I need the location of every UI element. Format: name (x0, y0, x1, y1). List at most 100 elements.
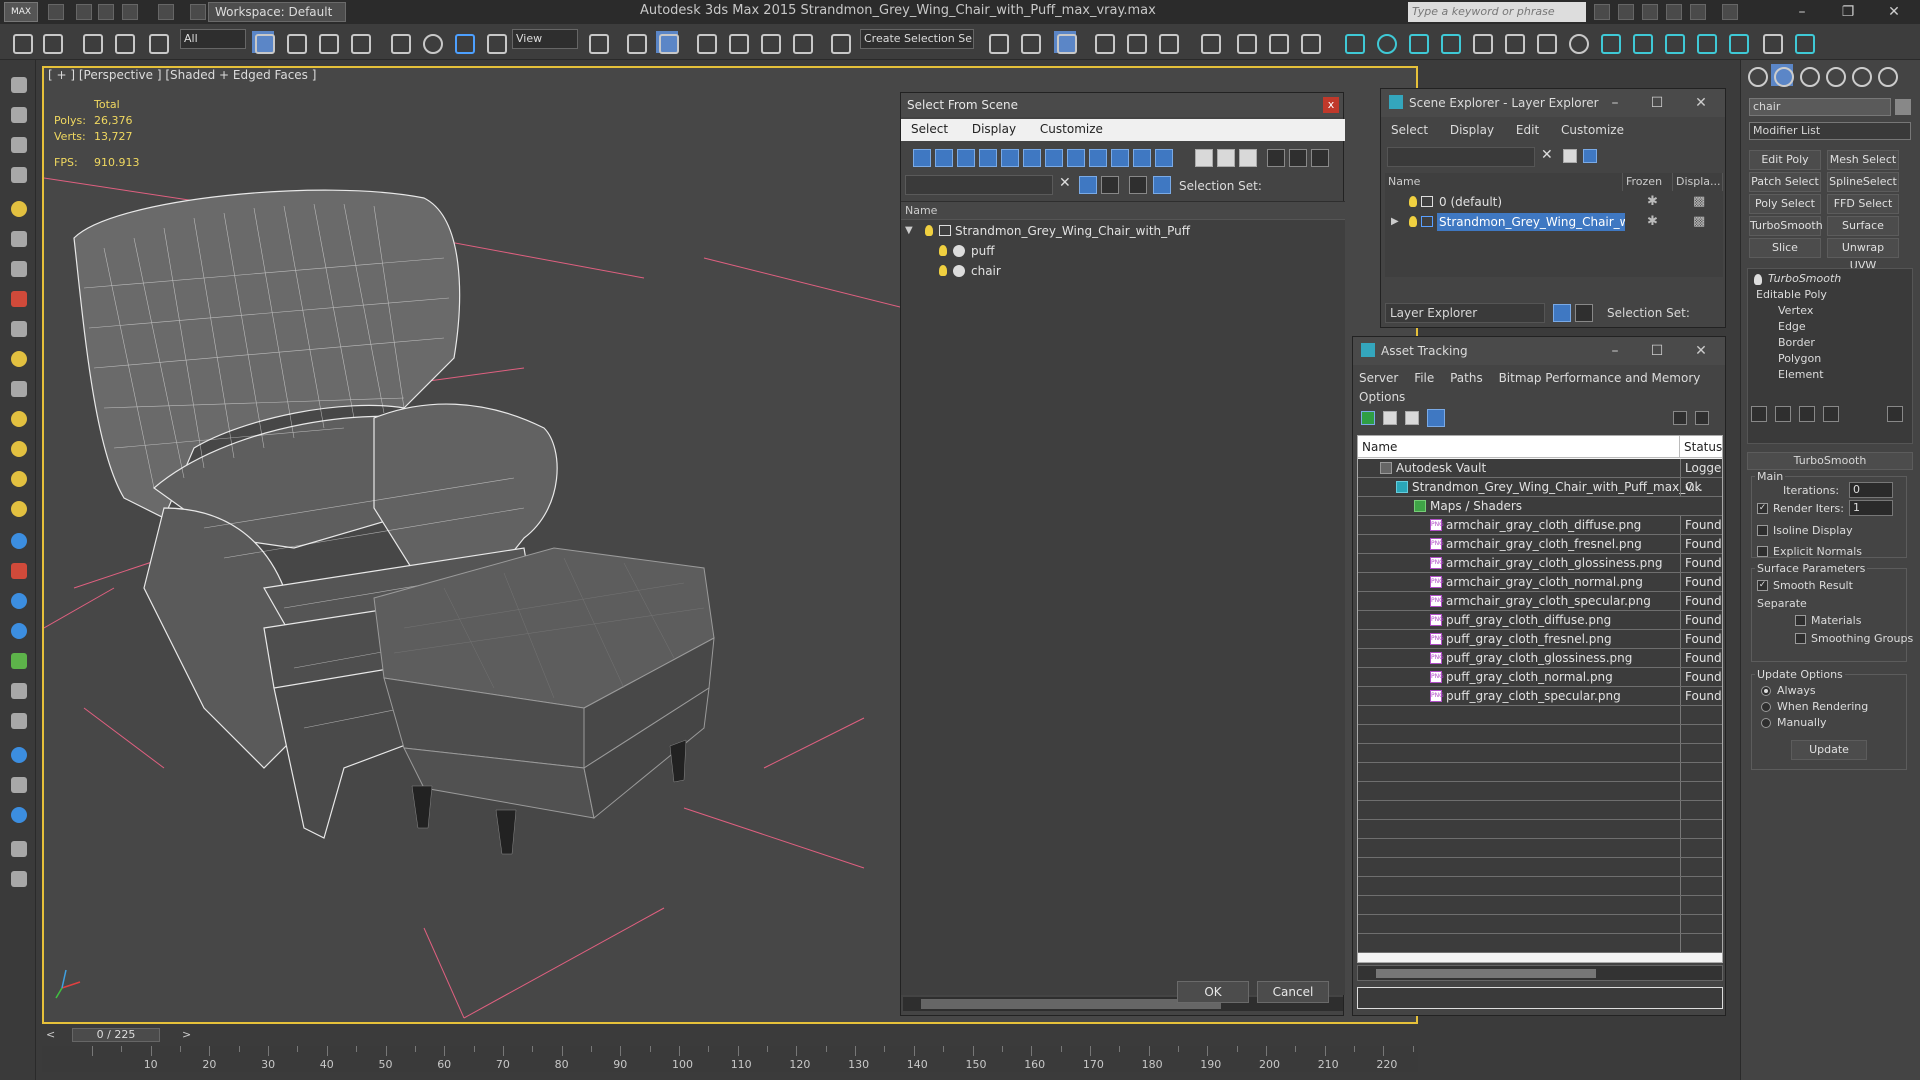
ffd-select-button[interactable]: FFD Select (1827, 194, 1899, 214)
physics-icon[interactable] (8, 590, 30, 612)
dynamics-icon[interactable] (8, 560, 30, 582)
sun-icon[interactable] (8, 498, 30, 520)
workspace-dropdown[interactable]: Workspace: Default (208, 2, 346, 22)
display-icon[interactable]: ▩ (1693, 193, 1705, 211)
slice-button[interactable]: Slice (1749, 238, 1821, 258)
create-tab-icon[interactable] (1745, 64, 1768, 87)
asset-row[interactable]: PNG puff_gray_cloth_normal.png Found (1358, 668, 1722, 687)
pin-stack-icon[interactable] (1751, 406, 1767, 422)
utilities-icon[interactable] (8, 838, 30, 860)
vray-text-icon[interactable] (1470, 31, 1493, 54)
asset-row[interactable]: PNG armchair_gray_cloth_glossiness.png Fou… (1358, 554, 1722, 573)
smoothing-groups-checkbox[interactable] (1795, 633, 1806, 644)
ok-button[interactable]: OK (1177, 981, 1249, 1003)
horizontal-scrollbar[interactable] (1357, 965, 1723, 981)
material-editor-icon[interactable] (1198, 31, 1221, 54)
asset-row[interactable]: Maps / Shaders (1358, 497, 1722, 516)
menu-customize[interactable]: Customize (1551, 119, 1632, 137)
layer-manager-icon[interactable] (1054, 31, 1077, 54)
next-frame-icon[interactable]: > (182, 1028, 191, 1041)
foliage-icon[interactable] (8, 650, 30, 672)
close-button[interactable]: ✕ (1681, 89, 1721, 117)
layer-row[interactable]: ▶ Strandmon_Grey_Wing_Chair_with... ✱ ▩ (1385, 213, 1723, 231)
vray-light-icon[interactable] (1342, 31, 1365, 54)
minimize-button[interactable]: – (1784, 2, 1820, 22)
unwrap-uvw-button[interactable]: Unwrap UVW (1827, 238, 1899, 272)
asset-row[interactable]: PNG armchair_gray_cloth_normal.png Found (1358, 573, 1722, 592)
new-scene-icon[interactable] (48, 4, 64, 20)
keyboard-shortcut-toggle-icon[interactable] (656, 31, 679, 54)
asset-row[interactable]: PNG armchair_gray_cloth_diffuse.png Found (1358, 516, 1722, 535)
table-icon[interactable] (8, 164, 30, 186)
helper-icon[interactable] (8, 258, 30, 280)
display-space-warps-icon[interactable] (1023, 149, 1041, 167)
table-view-icon[interactable] (1427, 409, 1445, 427)
display-bones-icon[interactable] (1089, 149, 1107, 167)
close-button[interactable]: ✕ (1681, 337, 1721, 365)
menu-options[interactable]: Options (1359, 390, 1405, 404)
scripting-icon[interactable] (8, 710, 30, 732)
scrollbar-thumb[interactable] (921, 999, 1221, 1009)
settings-icon[interactable] (1695, 411, 1709, 425)
clear-find-icon[interactable]: ✕ (1541, 147, 1553, 163)
column-display-header[interactable]: Displa... (1673, 173, 1723, 191)
restore-button[interactable]: ❐ (1830, 2, 1866, 22)
selection-filter-dropdown[interactable]: All (180, 29, 246, 49)
time-slider-knob[interactable]: 0 / 225 (72, 1028, 160, 1042)
box-primitive-icon[interactable] (8, 318, 30, 340)
help-icon[interactable] (8, 868, 30, 890)
close-button[interactable]: ✕ (1876, 2, 1912, 22)
menu-display[interactable]: Display (1440, 119, 1502, 137)
close-x-icon[interactable] (1690, 4, 1706, 20)
reference-coordinate-dropdown[interactable]: View (512, 29, 578, 49)
schematic-view-icon[interactable] (1156, 31, 1179, 54)
always-radio[interactable] (1761, 686, 1771, 696)
menu-customize[interactable]: Customize (1030, 119, 1113, 136)
motion-tab-icon[interactable] (1823, 64, 1846, 87)
find-input[interactable] (905, 175, 1053, 195)
modeling-ribbon-icon[interactable] (8, 74, 30, 96)
explorer-type-dropdown[interactable]: Layer Explorer (1385, 303, 1545, 323)
window-crossing-icon[interactable] (348, 31, 371, 54)
vray-frame-buffer-icon[interactable] (1598, 31, 1621, 54)
graphite-toggle-icon[interactable] (1092, 31, 1115, 54)
app-logo[interactable]: MAX (4, 2, 38, 22)
utilities-tab-icon[interactable] (1875, 64, 1898, 87)
timeline-ruler[interactable]: 10 20 30 40 50 60 70 80 90 100 110 120 130 140 150 160 1… (42, 1046, 1418, 1072)
display-cameras-icon[interactable] (979, 149, 997, 167)
filter-options-icon[interactable] (1289, 149, 1307, 167)
undo-icon[interactable] (10, 31, 33, 54)
vray-proxy-icon[interactable] (1534, 31, 1557, 54)
update-button[interactable]: Update (1791, 740, 1867, 760)
column-frozen-header[interactable]: Frozen (1623, 173, 1673, 191)
find-input[interactable] (1387, 147, 1535, 167)
subobject-border[interactable]: Border (1778, 336, 1815, 349)
space-warp-icon[interactable] (8, 530, 30, 552)
display-lights-icon[interactable] (957, 149, 975, 167)
project-folder-icon[interactable] (190, 4, 206, 20)
particle-icon[interactable] (8, 288, 30, 310)
layer-options-icon[interactable] (1583, 149, 1597, 163)
display-xrefs-icon[interactable] (1067, 149, 1085, 167)
menu-select[interactable]: Select (901, 119, 958, 136)
tree-view-icon[interactable] (1405, 411, 1419, 425)
display-tab-icon[interactable] (1849, 64, 1872, 87)
vray-lightbulb-icon[interactable] (1792, 31, 1815, 54)
help-icon[interactable] (1722, 4, 1738, 20)
menu-paths[interactable]: Paths (1450, 371, 1483, 385)
modifier-toggle-icon[interactable] (1754, 274, 1762, 285)
explicit-normals-checkbox[interactable] (1757, 546, 1768, 557)
select-object-icon[interactable] (252, 31, 275, 54)
scene-tools-icon[interactable] (8, 104, 30, 126)
lightbulb-icon[interactable] (1409, 196, 1417, 207)
display-frozen-icon[interactable] (1133, 149, 1151, 167)
asset-row[interactable]: PNG puff_gray_cloth_specular.png Found (1358, 687, 1722, 706)
document-icon[interactable] (8, 134, 30, 156)
object-name-field[interactable]: chair (1749, 98, 1891, 116)
select-by-name-icon[interactable] (284, 31, 307, 54)
bind-space-warp-icon[interactable] (146, 31, 169, 54)
stack-item-turbosmooth[interactable]: TurboSmooth (1768, 272, 1841, 285)
vray-mesh-export-icon[interactable] (1630, 31, 1653, 54)
menu-display[interactable]: Display (962, 119, 1026, 136)
asset-row[interactable]: PNG puff_gray_cloth_glossiness.png Found (1358, 649, 1722, 668)
